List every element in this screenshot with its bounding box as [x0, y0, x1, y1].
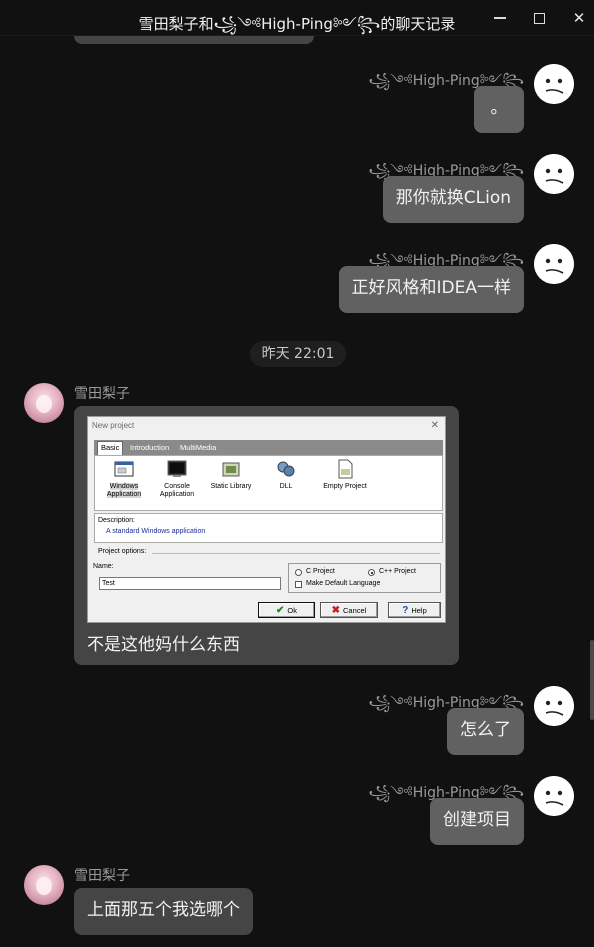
message-bubble[interactable]: 创建项目: [430, 798, 524, 845]
close-icon: ✕: [430, 420, 439, 431]
cancel-label: Cancel: [343, 605, 367, 615]
sender-name: 雪田梨子: [74, 386, 130, 402]
project-empty-project: Empty Project: [314, 459, 376, 491]
title-bar: 雪田梨子和꧁༺High-Ping༻꧂的聊天记录 ✕: [0, 0, 594, 36]
dll-icon: [277, 461, 295, 477]
message-bubble[interactable]: 怎么了: [447, 708, 524, 755]
timestamp-divider: 昨天 22:01: [250, 341, 346, 367]
tab-basic: Basic: [97, 441, 124, 455]
screenshot-image[interactable]: New project ✕ Basic Introduction MultiMe…: [87, 416, 446, 623]
dialog-tabs: Basic Introduction MultiMedia: [94, 440, 443, 455]
divider: [152, 553, 440, 554]
scrollbar-thumb[interactable]: [590, 640, 594, 720]
avatar-high-ping[interactable]: [534, 686, 574, 726]
project-label: Static Library: [210, 483, 252, 490]
message-bubble[interactable]: 上面那五个我选哪个: [74, 888, 253, 935]
description-panel: Description: A standard Windows applicat…: [94, 513, 443, 543]
sender-name: 雪田梨子: [74, 868, 130, 884]
name-label: Name:: [93, 563, 114, 570]
ok-label: Ok: [287, 605, 297, 615]
description-label: Description:: [98, 517, 135, 524]
name-field: Test: [99, 577, 281, 590]
minimize-icon: [494, 17, 506, 19]
avatar-high-ping[interactable]: [534, 154, 574, 194]
maximize-button[interactable]: [526, 6, 552, 30]
project-types-panel: Windows Application Console Application …: [94, 455, 443, 511]
project-static-library: Static Library: [206, 459, 256, 491]
cpp-project-label: C++ Project: [379, 568, 416, 575]
cross-icon: ✖: [331, 604, 341, 616]
file-icon: [338, 459, 353, 479]
tab-multimedia: MultiMedia: [180, 443, 217, 452]
avatar-high-ping[interactable]: [534, 244, 574, 284]
language-options: C Project C++ Project Make Default Langu…: [288, 563, 441, 593]
cancel-button: ✖ Cancel: [320, 602, 378, 618]
project-options-label: Project options:: [98, 548, 147, 555]
image-message[interactable]: New project ✕ Basic Introduction MultiMe…: [74, 406, 459, 665]
window-icon: [114, 461, 134, 477]
avatar-yukita-riko[interactable]: [24, 383, 64, 423]
image-caption: 不是这他妈什么东西: [87, 635, 240, 655]
project-console-application: Console Application: [152, 459, 202, 499]
help-button: ? Help: [388, 602, 441, 618]
c-project-label: C Project: [306, 568, 335, 575]
dialog-title: New project ✕: [88, 417, 445, 434]
description-text: A standard Windows application: [106, 528, 206, 535]
project-label: Console Application: [159, 483, 195, 498]
message-bubble[interactable]: 那你就换CLion: [382, 176, 524, 223]
tab-introduction: Introduction: [130, 443, 170, 452]
maximize-icon: [533, 12, 545, 24]
minimize-button[interactable]: [487, 6, 513, 30]
project-windows-application: Windows Application: [99, 459, 149, 499]
chat-history[interactable]: ꧁༺High-Ping༻꧂ 。 ꧁༺High-Ping༻꧂ 那你就换CLion …: [0, 36, 594, 947]
project-dll: DLL: [261, 459, 311, 491]
project-label: Empty Project: [323, 483, 367, 490]
close-button[interactable]: ✕: [566, 6, 592, 30]
help-label: Help: [411, 605, 427, 615]
help-icon: ?: [402, 604, 409, 616]
project-label: Windows Application: [106, 483, 142, 498]
message-bubble[interactable]: 。: [474, 86, 524, 133]
console-icon: [167, 460, 187, 477]
radio-cpp: [368, 569, 375, 576]
library-icon: [222, 462, 240, 477]
avatar-high-ping[interactable]: [534, 776, 574, 816]
message-bubble[interactable]: 正好风格和IDEA一样: [338, 266, 524, 313]
project-label: DLL: [279, 483, 293, 490]
avatar-high-ping[interactable]: [534, 64, 574, 104]
check-icon: ✔: [276, 604, 285, 616]
avatar-yukita-riko[interactable]: [24, 865, 64, 905]
dialog-title-text: New project: [92, 421, 135, 430]
radio-c: [295, 569, 302, 576]
default-language-label: Make Default Language: [306, 580, 381, 587]
ok-button: ✔ Ok: [258, 602, 315, 618]
default-language-checkbox: [295, 581, 302, 588]
close-icon: ✕: [572, 9, 586, 27]
